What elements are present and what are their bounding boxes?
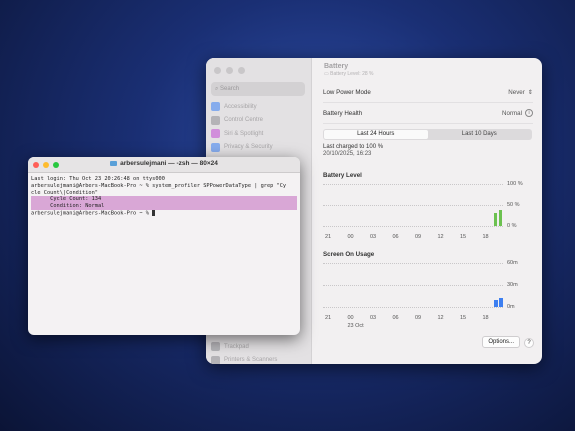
screen-usage-chart: 60m 30m 0m 21 00 03 06 09 12 15 18 23 Oct — [323, 260, 533, 333]
search-placeholder: Search — [220, 86, 240, 92]
accessibility-icon — [211, 102, 220, 112]
trackpad-icon — [211, 342, 220, 352]
battery-health-label: Battery Health — [323, 109, 363, 117]
chevron-updown-icon: ⇕ — [527, 88, 533, 96]
battery-level-subtitle: ▭ Battery Level: 28 % — [324, 71, 373, 77]
window-controls — [214, 67, 245, 74]
grid-line — [323, 285, 503, 286]
control-centre-icon — [211, 115, 220, 125]
sidebar-item-control-centre[interactable]: Control Centre — [211, 114, 307, 128]
folder-icon — [110, 160, 118, 166]
y-tick-label: 0m — [507, 304, 515, 310]
grid-line — [323, 205, 503, 206]
grid-line — [323, 307, 503, 308]
info-icon[interactable]: i — [525, 109, 533, 117]
zoom-button[interactable] — [238, 67, 245, 74]
sidebar-item-privacy-security[interactable]: Privacy & Security — [211, 141, 307, 155]
minimize-button[interactable] — [226, 67, 233, 74]
x-tick-label: 12 — [437, 315, 444, 321]
x-tick-label: 00 — [347, 315, 354, 321]
options-button[interactable]: Options... — [482, 336, 520, 348]
x-tick-label: 12 — [437, 234, 444, 240]
battery-level-chart: 100 % 50 % 0 % 21 00 03 06 09 12 15 18 — [323, 181, 533, 242]
grid-line — [323, 184, 503, 185]
tab-last-10-days[interactable]: Last 10 Days — [428, 130, 532, 139]
sidebar-item-label: Trackpad — [224, 343, 249, 350]
y-tick-label: 60m — [507, 260, 518, 266]
x-tick-label: 00 — [347, 234, 354, 240]
pane-header: Battery ▭ Battery Level: 28 % — [324, 63, 373, 77]
x-tick-label: 21 — [325, 315, 332, 321]
sidebar-list-bottom: Trackpad Printers & Scanners — [211, 340, 307, 364]
terminal-title-text: arbersulejmani — -zsh — 80×24 — [120, 160, 218, 167]
text-cursor — [152, 209, 156, 216]
chart-bar — [494, 213, 497, 226]
terminal-line: cle Count\|Condition" — [31, 189, 98, 196]
terminal-titlebar: arbersulejmani — -zsh — 80×24 — [28, 157, 300, 173]
terminal-prompt: arbersulejmani@Arbers-MacBook-Pro ~ % — [31, 210, 153, 217]
x-tick-label: 18 — [482, 234, 489, 240]
x-tick-label: 03 — [370, 315, 377, 321]
terminal-line-highlighted: Cycle Count: 134 — [31, 196, 297, 204]
sidebar-item-label: Siri & Spotlight — [224, 130, 264, 137]
grid-line — [323, 226, 503, 227]
last-charged-date: 20/10/2025, 16:23 — [323, 151, 372, 157]
sidebar-item-accessibility[interactable]: Accessibility — [211, 100, 307, 114]
chart-bar — [494, 299, 498, 307]
help-button[interactable]: ? — [524, 338, 534, 348]
sidebar-item-label: Printers & Scanners — [224, 357, 278, 364]
close-button[interactable] — [214, 67, 221, 74]
screen-usage-title: Screen On Usage — [323, 251, 375, 258]
x-tick-label: 18 — [482, 315, 489, 321]
battery-level-text: Battery Level: 28 % — [330, 71, 374, 77]
grid-line — [323, 263, 503, 264]
last-charged: Last charged to 100 % 20/10/2025, 16:23 — [323, 144, 533, 157]
terminal-window: arbersulejmani — -zsh — 80×24 Last login… — [28, 157, 300, 335]
low-power-value: Never — [508, 88, 525, 96]
low-power-label: Low Power Mode — [323, 88, 371, 96]
terminal-line: arbersulejmani@Arbers-MacBook-Pro ~ % sy… — [31, 182, 287, 189]
sidebar-item-label: Privacy & Security — [224, 144, 273, 151]
battery-content: Low Power Mode Never ⇕ Battery Health No… — [323, 82, 533, 157]
siri-icon — [211, 129, 220, 139]
x-tick-label: 03 — [370, 234, 377, 240]
y-tick-label: 30m — [507, 282, 518, 288]
terminal-line-highlighted: Condition: Normal — [31, 203, 297, 210]
terminal-output[interactable]: Last login: Thu Oct 23 20:26:48 on ttys0… — [28, 173, 300, 220]
low-power-row: Low Power Mode Never ⇕ — [323, 82, 533, 103]
sidebar-item-siri-spotlight[interactable]: Siri & Spotlight — [211, 127, 307, 141]
x-tick-label: 21 — [325, 234, 332, 240]
y-tick-label: 50 % — [507, 202, 520, 208]
x-tick-label: 06 — [392, 315, 399, 321]
sidebar-item-trackpad[interactable]: Trackpad — [211, 340, 307, 354]
y-tick-label: 0 % — [507, 223, 517, 229]
sidebar-item-printers-scanners[interactable]: Printers & Scanners — [211, 354, 307, 364]
y-tick-label: 100 % — [507, 181, 523, 187]
terminal-line: Last login: Thu Oct 23 20:26:48 on ttys0… — [31, 176, 165, 182]
pane-title: Battery — [324, 63, 349, 70]
chart-bar — [498, 210, 502, 226]
tab-last-24-hours[interactable]: Last 24 Hours — [324, 130, 428, 139]
sidebar-item-label: Accessibility — [224, 103, 257, 110]
battery-health-value: Normal — [502, 109, 522, 117]
terminal-prompt-line: arbersulejmani@Arbers-MacBook-Pro ~ % — [31, 209, 297, 217]
date-label: 23 Oct — [347, 323, 364, 329]
low-power-select[interactable]: Never ⇕ — [508, 89, 533, 96]
x-tick-label: 15 — [460, 315, 467, 321]
hand-icon — [211, 142, 220, 152]
x-tick-label: 09 — [415, 234, 422, 240]
chart-bar — [498, 298, 503, 307]
battery-health-row: Battery Health Normal i — [323, 103, 533, 124]
x-tick-label: 06 — [392, 234, 399, 240]
sidebar-item-label: Control Centre — [224, 117, 264, 124]
x-tick-label: 15 — [460, 234, 467, 240]
terminal-title: arbersulejmani — -zsh — 80×24 — [28, 160, 300, 167]
search-input[interactable]: ⌕ Search — [211, 82, 305, 96]
x-tick-label: 09 — [415, 315, 422, 321]
sidebar-list: Accessibility Control Centre Siri & Spot… — [211, 100, 307, 154]
battery-level-title: Battery Level — [323, 172, 362, 179]
last-charged-label: Last charged to 100 % — [323, 144, 384, 150]
printer-icon — [211, 355, 220, 364]
time-range-segmented-control: Last 24 Hours Last 10 Days — [323, 129, 532, 140]
